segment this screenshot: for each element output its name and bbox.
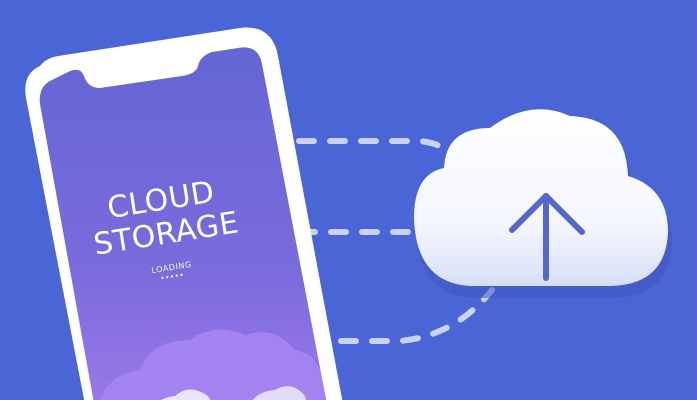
cloud-upload-icon [414,109,672,299]
illustration-scene [25,27,672,400]
dashed-line-bottom [307,287,495,344]
smartphone-icon [25,27,343,400]
